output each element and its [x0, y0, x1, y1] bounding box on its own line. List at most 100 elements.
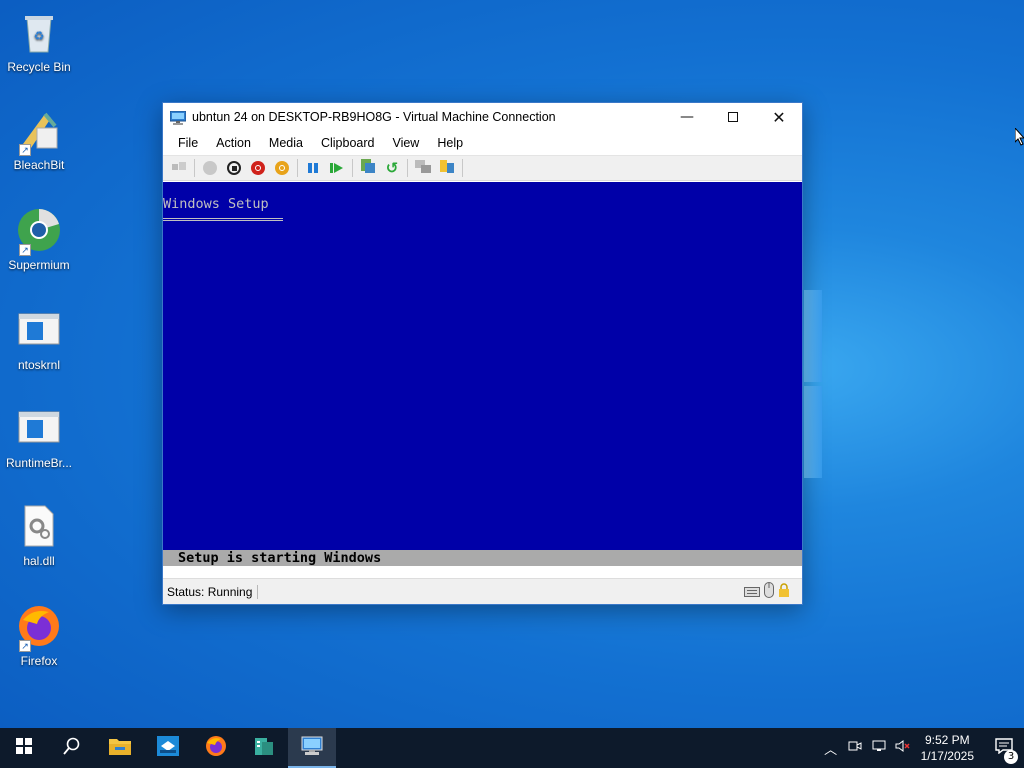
- dll-file-icon: [15, 502, 63, 550]
- menu-help[interactable]: Help: [428, 136, 472, 150]
- firefox-icon: [205, 735, 227, 761]
- bleachbit-icon: ↗: [15, 106, 63, 156]
- desktop-icon-hal-dll[interactable]: hal.dll: [2, 502, 76, 568]
- search-button[interactable]: [48, 728, 96, 768]
- save-button[interactable]: [270, 157, 294, 179]
- revert-button[interactable]: ↺: [380, 157, 404, 179]
- start-menu-button[interactable]: [0, 728, 48, 768]
- setup-title-underline: [163, 218, 283, 221]
- menu-media[interactable]: Media: [260, 136, 312, 150]
- taskbar-hyperv-manager[interactable]: [240, 728, 288, 768]
- desktop-icon-ntoskrnl[interactable]: ntoskrnl: [2, 306, 76, 372]
- folder-icon: [109, 737, 131, 759]
- menu-view[interactable]: View: [383, 136, 428, 150]
- minimize-icon: —: [680, 109, 694, 125]
- shortcut-arrow-icon: ↗: [19, 640, 31, 652]
- taskbar-clock[interactable]: 9:52 PM 1/17/2025: [921, 732, 974, 764]
- vm-connection-icon: [301, 736, 323, 760]
- start-icon: [203, 161, 217, 175]
- menu-bar: File Action Media Clipboard View Help: [163, 131, 802, 155]
- supermium-icon: ↗: [15, 206, 63, 256]
- app-window-icon: [157, 736, 179, 760]
- ctrl-alt-del-icon: [171, 159, 187, 178]
- toolbar-separator: [462, 159, 463, 177]
- desktop-icon-label: RuntimeBr...: [5, 456, 73, 470]
- menu-action[interactable]: Action: [207, 136, 260, 150]
- hyperv-manager-icon: [253, 735, 275, 761]
- system-tray: ︿ 9:52 PM 1/17/2025 3: [819, 728, 1024, 768]
- taskbar-firefox[interactable]: [192, 728, 240, 768]
- turn-off-button[interactable]: [222, 157, 246, 179]
- shortcut-arrow-icon: ↗: [19, 244, 31, 256]
- ctrl-alt-del-button[interactable]: [167, 157, 191, 179]
- enhanced-session-icon: [415, 159, 431, 178]
- close-button[interactable]: ✕: [756, 103, 802, 131]
- show-hidden-icons-chevron-icon[interactable]: ︿: [819, 739, 843, 758]
- recycle-bin-icon: ♻: [15, 8, 63, 56]
- status-icons: [744, 581, 802, 602]
- resume-button[interactable]: [325, 157, 349, 179]
- desktop-icon-firefox[interactable]: ↗ Firefox: [2, 602, 76, 668]
- window-titlebar[interactable]: ubntun 24 on DESKTOP-RB9HO8G - Virtual M…: [163, 103, 802, 131]
- menu-file[interactable]: File: [169, 136, 207, 150]
- desktop-icon-label: hal.dll: [23, 554, 55, 568]
- action-center-button[interactable]: 3: [984, 738, 1024, 764]
- volume-muted-icon[interactable]: [891, 739, 915, 757]
- setup-status-bar: Setup is starting Windows: [163, 550, 802, 566]
- taskbar-vm-connection[interactable]: [288, 728, 336, 768]
- turn-off-icon: [227, 161, 241, 175]
- share-icon: [439, 158, 455, 178]
- desktop-icon-label: ntoskrnl: [17, 358, 61, 372]
- close-icon: ✕: [772, 107, 786, 127]
- vm-screen[interactable]: Windows Setup Setup is starting Windows: [163, 182, 802, 566]
- keyboard-icon: [744, 582, 760, 601]
- toolbar-separator: [194, 159, 195, 177]
- checkpoint-button[interactable]: [356, 157, 380, 179]
- status-bar: Status: Running: [163, 578, 802, 604]
- desktop-icon-label: Recycle Bin: [7, 60, 71, 74]
- toolbar-separator: [297, 159, 298, 177]
- revert-icon: ↺: [385, 159, 399, 177]
- desktop-icon-supermium[interactable]: ↗ Supermium: [2, 206, 76, 272]
- maximize-button[interactable]: [710, 103, 756, 131]
- taskbar-file-explorer[interactable]: [96, 728, 144, 768]
- vm-connection-window[interactable]: ubntun 24 on DESKTOP-RB9HO8G - Virtual M…: [162, 102, 803, 605]
- setup-title: Windows Setup: [163, 196, 269, 212]
- window-title: ubntun 24 on DESKTOP-RB9HO8G - Virtual M…: [192, 110, 556, 124]
- desktop-icon-recycle-bin[interactable]: ♻ Recycle Bin: [2, 8, 76, 74]
- mouse-cursor-icon: [1014, 126, 1024, 146]
- desktop-icon-label: Firefox: [20, 654, 58, 668]
- clock-date: 1/17/2025: [920, 749, 974, 763]
- taskbar: ︿ 9:52 PM 1/17/2025 3: [0, 728, 1024, 768]
- lock-icon: [778, 582, 790, 601]
- desktop-icon-bleachbit[interactable]: ↗ BleachBit: [2, 106, 76, 172]
- shortcut-arrow-icon: ↗: [19, 144, 31, 156]
- network-icon[interactable]: [867, 739, 891, 757]
- resume-icon: [330, 159, 344, 178]
- desktop-icon-label: Supermium: [8, 258, 70, 272]
- pause-button[interactable]: [301, 157, 325, 179]
- windows-logo-icon: [16, 738, 32, 758]
- mouse-icon: [764, 581, 774, 602]
- toolbar: ↺: [163, 155, 802, 181]
- meet-now-icon[interactable]: [843, 739, 867, 757]
- menu-clipboard[interactable]: Clipboard: [312, 136, 384, 150]
- svg-text:♻: ♻: [34, 29, 45, 43]
- notification-count-badge: 3: [1004, 750, 1018, 764]
- start-button[interactable]: [198, 157, 222, 179]
- shutdown-button[interactable]: [246, 157, 270, 179]
- toolbar-separator: [352, 159, 353, 177]
- minimize-button[interactable]: —: [664, 103, 710, 131]
- shutdown-icon: [251, 161, 265, 175]
- desktop-icon-runtimebroker[interactable]: RuntimeBr...: [2, 404, 76, 470]
- search-icon: [63, 737, 81, 759]
- executable-icon: [15, 306, 63, 354]
- enhanced-session-button[interactable]: [411, 157, 435, 179]
- pause-icon: [307, 159, 319, 178]
- taskbar-app-blue[interactable]: [144, 728, 192, 768]
- clock-time: 9:52 PM: [924, 733, 970, 747]
- maximize-icon: [728, 112, 738, 122]
- save-icon: [275, 161, 289, 175]
- share-button[interactable]: [435, 157, 459, 179]
- toolbar-separator: [407, 159, 408, 177]
